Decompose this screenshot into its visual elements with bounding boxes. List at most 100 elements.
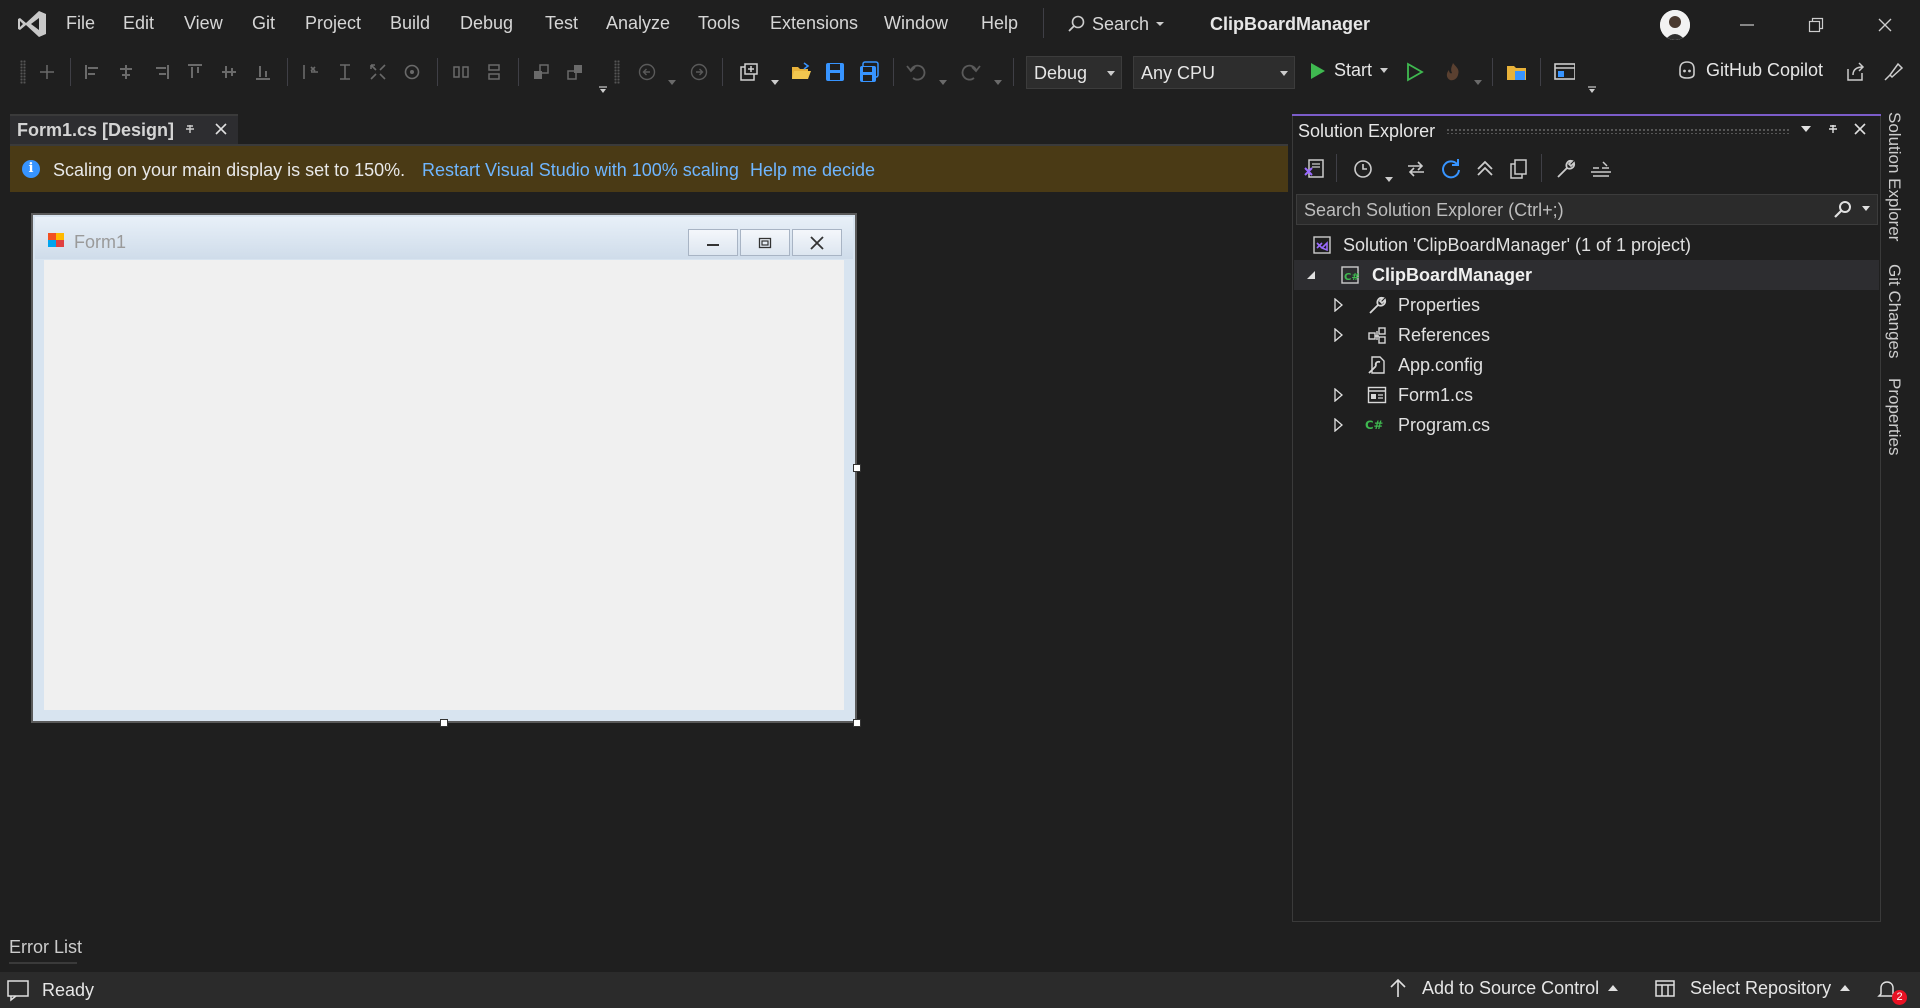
chevron-down-icon[interactable] [668,70,676,91]
visual-studio-logo-icon[interactable] [16,8,48,40]
menu-extensions[interactable]: Extensions [770,13,858,39]
menu-debug[interactable]: Debug [460,13,513,39]
tree-item-properties[interactable]: Properties [1294,290,1879,320]
tree-item-app-config[interactable]: App.config [1294,350,1879,380]
pin-icon[interactable] [1826,122,1840,136]
collapsed-caret-icon[interactable] [1334,298,1344,312]
start-debugging-button[interactable]: Start [1310,60,1389,81]
navigate-backward-icon[interactable] [636,61,658,83]
collapse-all-icon[interactable] [1474,158,1496,180]
toolbar-overflow-icon[interactable] [1587,78,1597,99]
align-middles-icon[interactable] [218,61,240,83]
resize-handle-corner[interactable] [853,719,861,727]
size-to-grid-icon[interactable] [334,61,356,83]
bring-to-front-icon[interactable] [530,61,552,83]
side-tab-properties[interactable]: Properties [1884,378,1904,455]
new-project-icon[interactable] [738,61,760,83]
menu-help[interactable]: Help [981,13,1018,39]
send-to-back-icon[interactable] [564,61,586,83]
solution-configuration-select[interactable]: Debug [1026,56,1122,89]
refresh-icon[interactable] [1440,158,1462,180]
switch-views-icon[interactable] [1302,158,1324,180]
output-window-icon[interactable] [6,978,30,1002]
restart-scaling-link[interactable]: Restart Visual Studio with 100% scaling [422,160,739,181]
zoom-icon[interactable] [401,61,423,83]
make-same-size-icon[interactable] [300,61,322,83]
toolbar-grip[interactable] [614,60,620,84]
redo-icon[interactable] [960,61,982,83]
open-folder-icon[interactable] [790,61,812,83]
menu-analyze[interactable]: Analyze [606,13,670,39]
align-tops-icon[interactable] [184,61,206,83]
panel-title-grip[interactable] [1446,128,1791,134]
share-icon[interactable] [1844,61,1866,83]
navigate-forward-icon[interactable] [688,61,710,83]
menu-test[interactable]: Test [545,13,578,39]
align-lefts-icon[interactable] [82,61,104,83]
tab-error-list[interactable]: Error List [9,937,82,958]
select-repository-button[interactable]: Select Repository [1654,977,1851,999]
collapsed-caret-icon[interactable] [1334,418,1344,432]
hot-reload-icon[interactable] [1442,61,1464,83]
align-to-grid-icon[interactable] [36,61,58,83]
help-me-decide-link[interactable]: Help me decide [750,160,875,181]
side-tab-solution-explorer[interactable]: Solution Explorer [1884,112,1904,241]
align-centers-icon[interactable] [115,61,137,83]
pending-changes-filter-icon[interactable] [1352,158,1374,180]
sync-active-document-icon[interactable] [1405,158,1427,180]
close-panel-icon[interactable] [1853,122,1867,136]
menu-window[interactable]: Window [884,13,948,39]
solution-platform-select[interactable]: Any CPU [1133,56,1295,89]
tree-item-solution[interactable]: Solution 'ClipBoardManager' (1 of 1 proj… [1294,230,1879,260]
minimize-button[interactable] [1732,10,1762,40]
resize-handle-right[interactable] [853,464,861,472]
menu-file[interactable]: File [66,13,95,39]
menu-tools[interactable]: Tools [698,13,740,39]
collapsed-caret-icon[interactable] [1334,328,1344,342]
browse-folder-icon[interactable] [1506,61,1528,83]
add-to-source-control-button[interactable]: Add to Source Control [1388,977,1619,999]
chevron-down-icon[interactable] [1862,206,1870,212]
chevron-down-icon[interactable] [771,70,779,91]
toolbar-grip[interactable] [20,60,26,84]
tree-item-references[interactable]: References [1294,320,1879,350]
expanded-caret-icon[interactable] [1306,270,1316,280]
github-copilot-button[interactable]: GitHub Copilot [1676,59,1823,81]
collapsed-caret-icon[interactable] [1334,388,1344,402]
toolbar-overflow-icon[interactable] [598,78,608,93]
resize-handle-bottom[interactable] [440,719,448,727]
align-bottoms-icon[interactable] [252,61,274,83]
chevron-down-icon[interactable] [994,70,1002,91]
layout-window-icon[interactable] [1553,61,1575,83]
side-tab-git-changes[interactable]: Git Changes [1884,264,1904,359]
form-minimize-button[interactable] [688,229,738,256]
chevron-down-icon[interactable] [939,70,947,91]
chevron-down-icon[interactable] [1800,124,1812,134]
global-search-button[interactable]: Search [1066,11,1165,37]
menu-build[interactable]: Build [390,13,430,39]
account-avatar[interactable] [1660,10,1690,40]
start-without-debugging-icon[interactable] [1404,61,1426,83]
align-rights-icon[interactable] [150,61,172,83]
horizontal-spacing-icon[interactable] [450,61,472,83]
properties-wrench-icon[interactable] [1555,158,1577,180]
tab-form1-designer[interactable]: Form1.cs [Design] [10,114,238,145]
save-icon[interactable] [824,61,846,83]
menu-edit[interactable]: Edit [123,13,154,39]
restore-button[interactable] [1801,10,1831,40]
close-window-button[interactable] [1870,10,1900,40]
undo-icon[interactable] [905,61,927,83]
solution-explorer-search-input[interactable]: Search Solution Explorer (Ctrl+;) [1296,194,1878,225]
feedback-icon[interactable] [1882,61,1904,83]
search-icon[interactable] [1833,200,1853,218]
form-close-button[interactable] [792,229,842,256]
form-maximize-button[interactable] [740,229,790,256]
size-to-fit-icon[interactable] [367,61,389,83]
tree-item-project[interactable]: C# ClipBoardManager [1294,260,1879,290]
preview-selected-items-icon[interactable] [1589,158,1611,180]
chevron-down-icon[interactable] [1474,70,1482,91]
form-client-area[interactable] [44,260,844,710]
menu-view[interactable]: View [184,13,223,39]
save-all-icon[interactable] [858,61,880,83]
vertical-spacing-icon[interactable] [483,61,505,83]
